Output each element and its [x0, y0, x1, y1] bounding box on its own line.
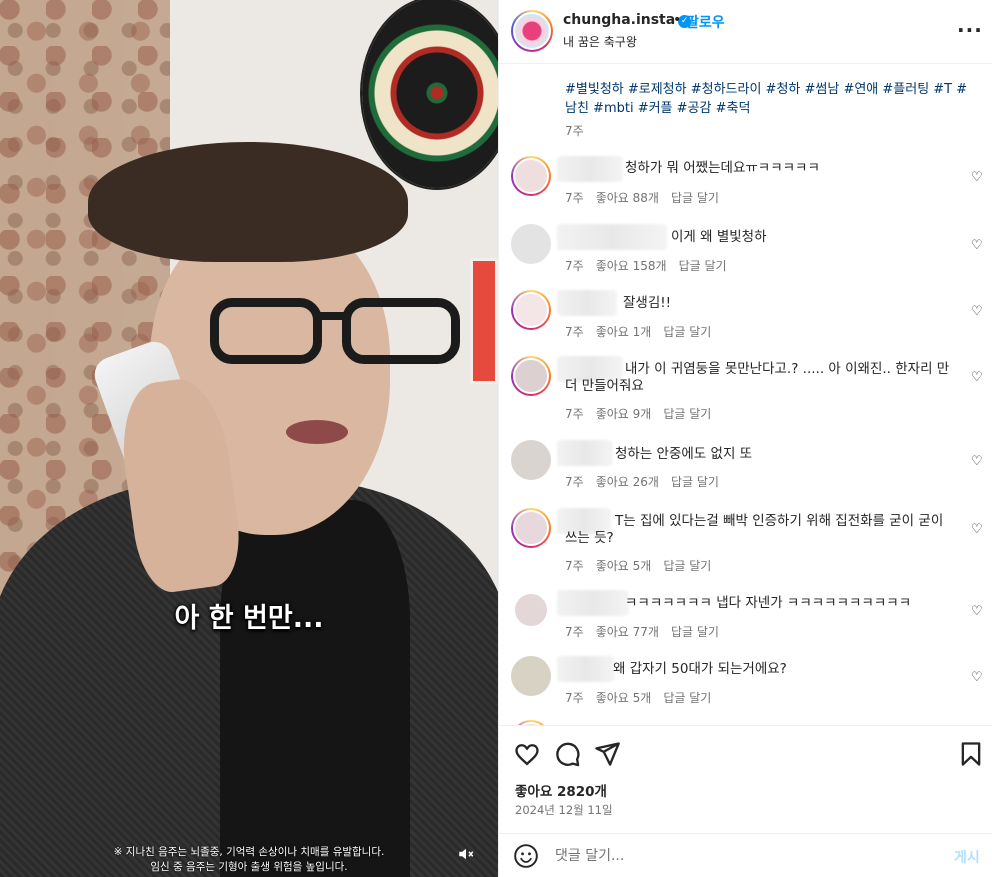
- post-comment-button[interactable]: 게시: [954, 847, 980, 867]
- comment-avatar[interactable]: [511, 508, 551, 548]
- comment-time: 7주: [565, 325, 584, 339]
- comment-like-heart-icon[interactable]: ♡: [971, 370, 983, 385]
- blurred-username: [557, 290, 617, 316]
- comment-likes[interactable]: 좋아요 5개: [596, 559, 652, 573]
- comment-avatar[interactable]: [511, 656, 551, 696]
- comment-avatar[interactable]: [511, 440, 551, 480]
- comment-meta: 7주 좋아요 1개 답글 달기: [565, 323, 723, 340]
- wall-poster: [470, 258, 498, 384]
- comment-like-heart-icon[interactable]: ♡: [971, 170, 983, 185]
- comment-likes[interactable]: 좋아요 9개: [596, 407, 652, 421]
- comment-meta: 7주 좋아요 5개 답글 달기: [565, 557, 723, 574]
- comment-text: T는 집에 있다는걸 빼박 인증하기 위해 집전화를 굳이 굳이 쓰는 듯?: [565, 513, 944, 546]
- comment-time: 7주: [565, 191, 584, 205]
- eyeglasses: [152, 292, 460, 366]
- heart-icon[interactable]: [513, 740, 541, 768]
- caption-hashtags[interactable]: #별빛청하 #로제청하 #청하드라이 #청하 #썸남 #연애 #플러팅 #T #…: [565, 80, 975, 118]
- person-mouth: [286, 420, 348, 444]
- comment-likes[interactable]: 좋아요 77개: [596, 625, 659, 639]
- post-header: chungha.insta ✓ • 팔로우 내 꿈은 축구왕 ···: [499, 0, 992, 64]
- post-media-video[interactable]: 아 한 번만... ※ 지나친 음주는 뇌졸중, 기억력 손상이나 치매를 유발…: [0, 0, 498, 877]
- username[interactable]: chungha.insta: [563, 12, 675, 28]
- reply-button[interactable]: 답글 달기: [671, 475, 719, 489]
- comments-list[interactable]: #별빛청하 #로제청하 #청하드라이 #청하 #썸남 #연애 #플러팅 #T #…: [499, 64, 992, 725]
- blurred-username: [557, 224, 667, 250]
- comment-likes[interactable]: 좋아요 1개: [596, 325, 652, 339]
- comment-icon[interactable]: [553, 740, 581, 768]
- blurred-username: [557, 156, 623, 182]
- person-shirt: [220, 500, 410, 877]
- comment-meta: 7주 좋아요 9개 답글 달기: [565, 405, 723, 422]
- emoji-icon[interactable]: [513, 843, 539, 869]
- post-side-panel: chungha.insta ✓ • 팔로우 내 꿈은 축구왕 ··· #별빛청하 …: [498, 0, 992, 877]
- follow-button[interactable]: 팔로우: [686, 12, 725, 32]
- comment-like-heart-icon[interactable]: ♡: [971, 670, 983, 685]
- instagram-post-view: 아 한 번만... ※ 지나친 음주는 뇌졸중, 기억력 손상이나 치매를 유발…: [0, 0, 992, 877]
- comment-meta: 7주 좋아요 158개 답글 달기: [565, 257, 739, 274]
- comment-like-heart-icon[interactable]: ♡: [971, 604, 983, 619]
- username-row[interactable]: chungha.insta ✓: [563, 12, 692, 28]
- comment-time: 7주: [565, 259, 584, 273]
- comment-text: 청하가 뭐 어쨌는데요ㅠㅋㅋㅋㅋㅋ: [625, 160, 820, 176]
- bookmark-icon[interactable]: [957, 740, 985, 768]
- comment-time: 7주: [565, 691, 584, 705]
- comment-like-heart-icon[interactable]: ♡: [971, 454, 983, 469]
- reply-button[interactable]: 답글 달기: [663, 325, 711, 339]
- caption-time: 7주: [565, 124, 584, 138]
- alcohol-warning: ※ 지나친 음주는 뇌졸중, 기억력 손상이나 치매를 유발합니다. 임신 중 …: [0, 845, 498, 875]
- comment-text: 청하는 안중에도 없지 또: [615, 446, 753, 462]
- comment-like-heart-icon[interactable]: ♡: [971, 238, 983, 253]
- separator-dot: •: [673, 12, 682, 28]
- comment-avatar[interactable]: [511, 590, 551, 630]
- blurred-username: [557, 440, 613, 466]
- speaker-muted-icon[interactable]: [452, 839, 480, 867]
- comment-composer: 게시: [499, 833, 992, 877]
- comment-text: ㅋㅋㅋㅋㅋㅋㅋ 냅다 자넨가 ㅋㅋㅋㅋㅋㅋㅋㅋㅋㅋ: [625, 595, 912, 611]
- blurred-username: [557, 656, 615, 682]
- post-date: 2024년 12월 11일: [515, 803, 613, 817]
- comment-text: 내가 이 귀염둥을 못만난다고.? ..... 아 이왜진.. 한자리 만 더 …: [565, 361, 950, 394]
- reply-button[interactable]: 답글 달기: [663, 691, 711, 705]
- comment-likes[interactable]: 좋아요 158개: [596, 259, 667, 273]
- video-subtitle: 아 한 번만...: [174, 603, 324, 634]
- comment-likes[interactable]: 좋아요 88개: [596, 191, 659, 205]
- comment-meta: 7주 좋아요 5개 답글 달기: [565, 689, 723, 706]
- comment-text: 이게 왜 별빛청하: [671, 229, 767, 245]
- comment-meta: 7주 좋아요 88개 답글 달기: [565, 189, 731, 206]
- comment-avatar[interactable]: [511, 290, 551, 330]
- comment-avatar[interactable]: [511, 224, 551, 264]
- comment-likes[interactable]: 좋아요 26개: [596, 475, 659, 489]
- comment-time: 7주: [565, 625, 584, 639]
- send-icon[interactable]: [593, 740, 621, 768]
- blurred-username: [557, 590, 629, 616]
- warning-line-2: 임신 중 음주는 기형아 출생 위험을 높입니다.: [150, 861, 348, 873]
- comment-like-heart-icon[interactable]: ♡: [971, 522, 983, 537]
- profile-subtitle: 내 꿈은 축구왕: [563, 35, 637, 49]
- comment-time: 7주: [565, 407, 584, 421]
- comment-avatar[interactable]: [511, 356, 551, 396]
- likes-count[interactable]: 좋아요 2820개: [515, 780, 607, 800]
- avatar[interactable]: [511, 10, 553, 52]
- comment-like-heart-icon[interactable]: ♡: [971, 304, 983, 319]
- reply-button[interactable]: 답글 달기: [663, 407, 711, 421]
- post-actions: 좋아요 2820개 2024년 12월 11일: [499, 725, 992, 833]
- comment-meta: 7주 좋아요 26개 답글 달기: [565, 473, 731, 490]
- person-hair: [88, 142, 408, 262]
- comment-text: 잘생김!!: [623, 295, 672, 311]
- more-options-icon[interactable]: ···: [957, 18, 983, 42]
- reply-button[interactable]: 답글 달기: [671, 625, 719, 639]
- warning-line-1: ※ 지나친 음주는 뇌졸중, 기억력 손상이나 치매를 유발합니다.: [113, 846, 385, 858]
- reply-button[interactable]: 답글 달기: [679, 259, 727, 273]
- comment-meta: 7주 좋아요 77개 답글 달기: [565, 623, 731, 640]
- reply-button[interactable]: 답글 달기: [663, 559, 711, 573]
- comment-time: 7주: [565, 475, 584, 489]
- reply-button[interactable]: 답글 달기: [671, 191, 719, 205]
- comment-input[interactable]: [555, 845, 925, 867]
- comment-time: 7주: [565, 559, 584, 573]
- comment-avatar[interactable]: [511, 156, 551, 196]
- comment-text: 왜 갑자기 50대가 되는거에요?: [613, 661, 787, 677]
- comment-likes[interactable]: 좋아요 5개: [596, 691, 652, 705]
